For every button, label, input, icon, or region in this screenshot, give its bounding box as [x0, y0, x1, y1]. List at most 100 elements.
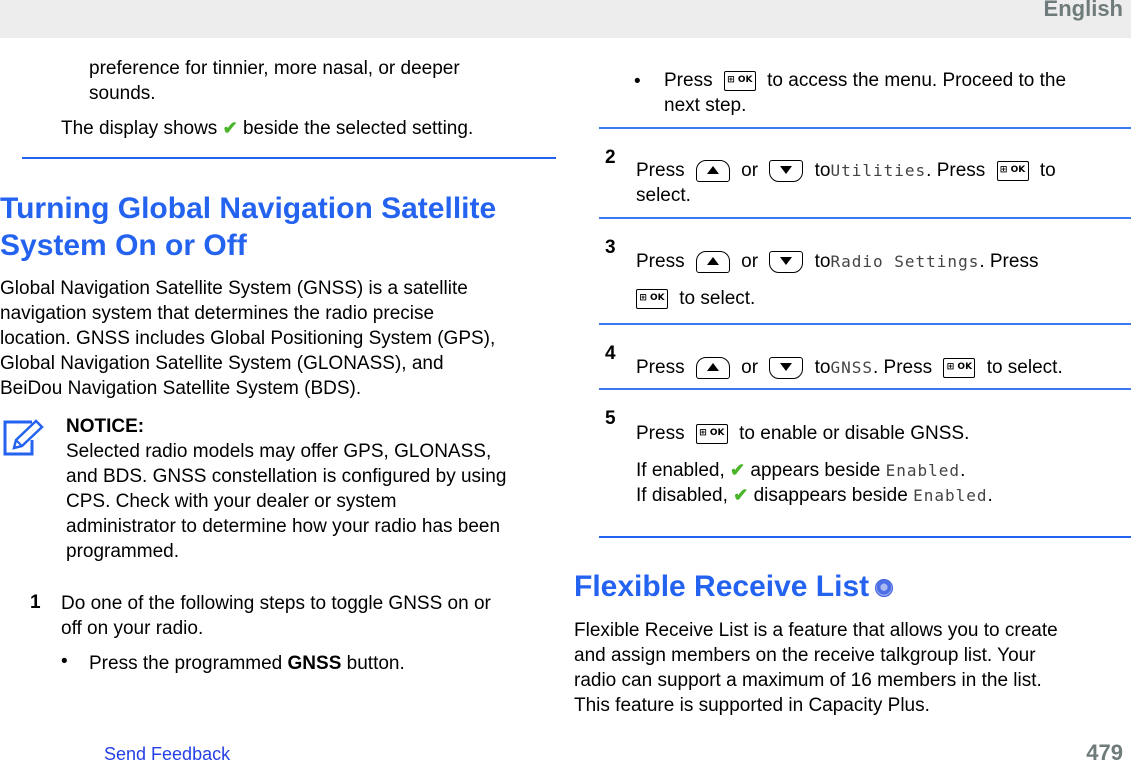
notice-box: NOTICE: Selected radio models may offer …: [66, 414, 506, 564]
notice-line: programmed.: [66, 541, 179, 562]
step-text: . Press: [873, 357, 933, 378]
step-divider: [599, 388, 1131, 390]
display-suffix: beside the selected setting.: [242, 118, 474, 139]
intro-line: preference for tinnier, more nasal, or d…: [89, 58, 460, 79]
step-number: 1: [30, 592, 41, 613]
desc-line: navigation system that determines the ra…: [0, 303, 435, 324]
desc-line: Global Navigation Satellite System (GLON…: [0, 353, 444, 374]
step-text: . Press: [979, 251, 1039, 272]
result-text: appears beside: [750, 460, 881, 481]
section-divider: [22, 157, 556, 159]
title-line: Turning Global Navigation Satellite: [0, 192, 497, 225]
step-number: 2: [605, 147, 616, 168]
up-arrow-key-icon: [695, 356, 730, 379]
intro-text: preference for tinnier, more nasal, or d…: [89, 56, 460, 106]
desc-line: BeiDou Navigation Satellite System (BDS)…: [0, 378, 362, 399]
menu-ok-key-icon: ⊞ OK: [636, 288, 668, 309]
desc-line: This feature is supported in Capacity Pl…: [574, 695, 930, 716]
step-text: Press: [636, 357, 685, 378]
notice-line: administrator to determine how your radi…: [66, 516, 501, 537]
section-title-frl: Flexible Receive List: [574, 568, 894, 605]
bullet-text: next step.: [664, 95, 747, 116]
frl-description: Flexible Receive List is a feature that …: [574, 618, 1058, 718]
down-arrow-key-icon: [769, 356, 804, 379]
page-number: 479: [1086, 740, 1123, 765]
result-text: disappears beside: [753, 485, 908, 506]
capacity-plus-globe-icon: [875, 579, 894, 598]
menu-ok-key-icon: ⊞ OK: [695, 423, 728, 444]
desc-line: location. GNSS includes Global Positioni…: [0, 328, 496, 349]
step-5-text: Press ⊞ OK to enable or disable GNSS.: [636, 421, 969, 446]
step-4-text: Press or toGNSS. Press ⊞ OK to select.: [636, 355, 1063, 380]
step-text: . Press: [926, 160, 986, 181]
step-text: Press: [636, 160, 685, 181]
step-text: to: [1039, 160, 1056, 181]
checkmark-icon: ✔: [222, 118, 238, 138]
desc-line: Flexible Receive List is a feature that …: [574, 620, 1058, 641]
result-text: If disabled,: [636, 485, 728, 506]
step-text: or: [741, 357, 759, 378]
step-number: 5: [605, 408, 616, 429]
step-text: or: [741, 251, 759, 272]
desc-line: radio can support a maximum of 16 member…: [574, 670, 1042, 691]
up-arrow-key-icon: [695, 250, 730, 273]
notice-line: CPS. Check with your dealer or system: [66, 491, 397, 512]
step-text: Press: [636, 251, 685, 272]
step-text: or: [741, 160, 759, 181]
step-number: 3: [605, 237, 616, 258]
step-1-bullet-2: Press ⊞ OK to access the menu. Proceed t…: [664, 68, 1066, 118]
display-note: The display shows ✔ beside the selected …: [61, 116, 473, 141]
language-label: English: [1043, 0, 1123, 21]
title-text: Flexible Receive List: [574, 570, 870, 603]
menu-item-radio-settings: Radio Settings: [830, 252, 980, 271]
menu-ok-key-icon: ⊞ OK: [943, 357, 976, 378]
step-divider: [599, 217, 1131, 219]
down-arrow-key-icon: [769, 159, 804, 182]
section-divider: [599, 536, 1131, 538]
intro-line: sounds.: [89, 83, 156, 104]
bullet-text: Press the programmed: [89, 653, 283, 674]
gnss-button-label: GNSS: [287, 653, 342, 674]
step-number: 4: [605, 343, 616, 364]
step-text: Press: [636, 423, 685, 444]
menu-item-utilities: Utilities: [830, 161, 927, 180]
step-5-result: If enabled, ✔ appears beside Enabled. If…: [636, 460, 993, 506]
menu-item-enabled: Enabled: [885, 461, 961, 480]
bullet-text: button.: [346, 653, 405, 674]
menu-ok-key-icon: ⊞ OK: [996, 160, 1029, 181]
bullet-text: to access the menu. Proceed to the: [767, 70, 1067, 91]
menu-item-enabled: Enabled: [913, 486, 988, 505]
step-text: select.: [636, 185, 691, 206]
step-text: to enable or disable GNSS.: [739, 423, 970, 444]
step-text: to: [814, 160, 831, 181]
notice-pencil-icon: [3, 419, 44, 456]
gnss-description: Global Navigation Satellite System (GNSS…: [0, 276, 495, 401]
notice-line: Selected radio models may offer GPS, GLO…: [66, 441, 492, 462]
step-text: to select.: [679, 288, 756, 309]
step-line: Do one of the following steps to toggle …: [61, 593, 491, 614]
menu-ok-key-icon: ⊞ OK: [723, 70, 756, 91]
notice-line: and BDS. GNSS constellation is configure…: [66, 466, 507, 487]
desc-line: Global Navigation Satellite System (GNSS…: [0, 278, 468, 299]
desc-line: and assign members on the receive talkgr…: [574, 645, 1036, 666]
checkmark-icon: ✔: [730, 460, 746, 480]
display-prefix: The display shows: [61, 118, 218, 139]
bullet-icon: •: [61, 651, 68, 672]
section-title-gnss: Turning Global Navigation Satellite Syst…: [0, 190, 496, 264]
bullet-icon: •: [634, 71, 641, 92]
step-3-text: Press or toRadio Settings. Press ⊞ OK to…: [636, 249, 1038, 311]
step-2-text: Press or toUtilities. Press ⊞ OK to sele…: [636, 158, 1056, 208]
title-line: System On or Off: [0, 229, 247, 262]
step-text: to: [814, 357, 831, 378]
step-line: off on your radio.: [61, 618, 204, 639]
up-arrow-key-icon: [695, 159, 730, 182]
checkmark-icon: ✔: [733, 485, 749, 505]
step-text: to select.: [986, 357, 1063, 378]
step-divider: [599, 127, 1131, 129]
result-text: If enabled,: [636, 460, 725, 481]
bullet-text: Press: [664, 70, 713, 91]
step-1-text: Do one of the following steps to toggle …: [61, 591, 491, 641]
down-arrow-key-icon: [769, 250, 804, 273]
top-bar: English: [0, 0, 1131, 38]
step-divider: [599, 323, 1131, 325]
